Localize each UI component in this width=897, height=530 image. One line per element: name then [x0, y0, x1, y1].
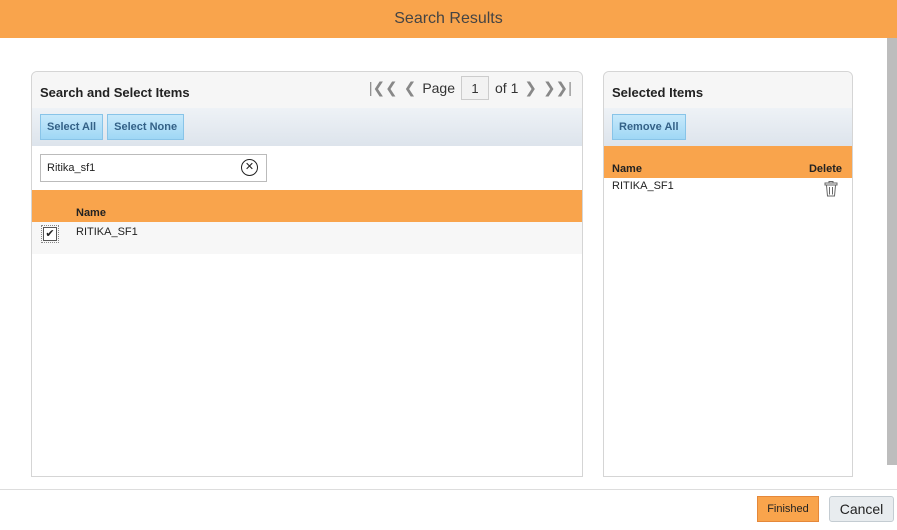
search-input[interactable]	[41, 155, 236, 181]
table-row: RITIKA_SF1	[604, 178, 852, 210]
page-count-label: of 1	[495, 80, 519, 96]
select-none-button[interactable]: Select None	[107, 114, 185, 140]
search-select-panel: Search and Select Items |❮❮ ❮ Page 1 of …	[31, 71, 583, 477]
finished-button[interactable]: Finished	[757, 496, 819, 522]
search-results-dialog: Search Results Search and Select Items |…	[0, 0, 897, 530]
panel-title: Search and Select Items	[40, 84, 190, 100]
prev-page-icon[interactable]: ❮	[404, 79, 417, 97]
first-page-icon[interactable]: |❮❮	[369, 79, 398, 97]
pager: |❮❮ ❮ Page 1 of 1 ❯ ❯❯|	[369, 76, 572, 100]
dialog-titlebar: Search Results	[0, 0, 897, 38]
selected-items-header: Selected Items	[604, 72, 852, 108]
select-all-button[interactable]: Select All	[40, 114, 104, 140]
column-header-name: Name	[76, 207, 106, 219]
left-table-header: Name	[32, 190, 582, 222]
last-page-icon[interactable]: ❯❯|	[543, 79, 572, 97]
column-header-name: Name	[612, 163, 642, 175]
search-select-header: Search and Select Items |❮❮ ❮ Page 1 of …	[32, 72, 582, 108]
right-toolbar: Remove All	[604, 108, 852, 146]
search-row: ✕	[32, 146, 582, 190]
row-name: RITIKA_SF1	[76, 226, 138, 238]
row-checkbox[interactable]: ✔	[41, 225, 59, 243]
row-name: RITIKA_SF1	[612, 180, 674, 192]
right-table-header: Name Delete	[604, 146, 852, 178]
trash-icon[interactable]	[824, 181, 838, 197]
page-label: Page	[422, 80, 456, 96]
panel-title: Selected Items	[612, 84, 704, 100]
table-row[interactable]: ✔ RITIKA_SF1	[32, 222, 582, 254]
search-box: ✕	[40, 154, 267, 182]
clear-circle-icon[interactable]: ✕	[241, 159, 258, 176]
left-toolbar: Select All Select None	[32, 108, 582, 146]
column-header-delete: Delete	[808, 163, 842, 175]
remove-all-button[interactable]: Remove All	[612, 114, 686, 140]
footer-divider	[0, 489, 897, 490]
cancel-button[interactable]: Cancel	[829, 496, 894, 522]
next-page-icon[interactable]: ❯	[524, 79, 537, 97]
selected-items-panel: Selected Items Remove All Name Delete RI…	[603, 71, 853, 477]
vertical-scrollbar[interactable]	[887, 38, 897, 465]
page-number-input[interactable]: 1	[461, 76, 490, 100]
dialog-title: Search Results	[394, 10, 503, 27]
